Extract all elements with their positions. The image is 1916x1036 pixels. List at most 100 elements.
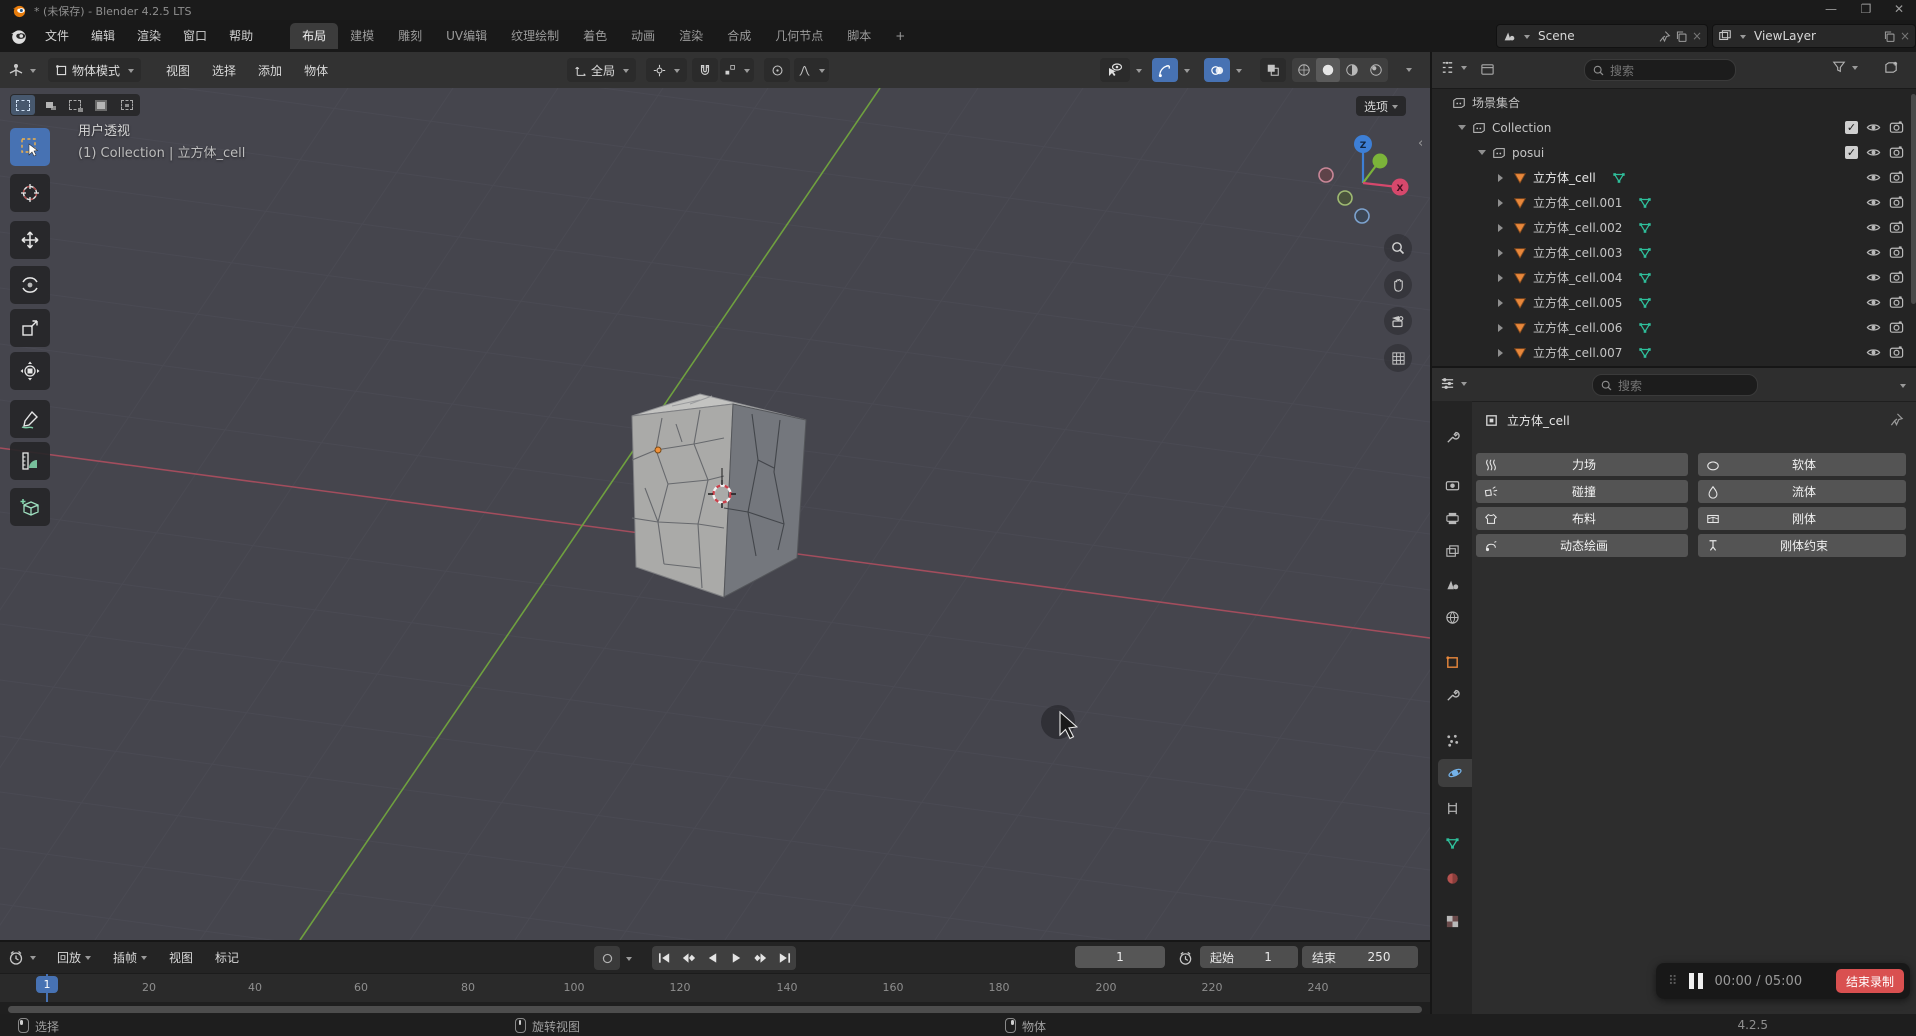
select-mode-subtract-button[interactable]	[63, 95, 87, 115]
tab-uv-editing[interactable]: UV编辑	[434, 23, 499, 49]
expander-right-icon[interactable]	[1498, 274, 1507, 282]
frame-start-field[interactable]: 起始1	[1200, 946, 1298, 968]
pan-view-button[interactable]	[1384, 271, 1412, 299]
disable-render-icon[interactable]	[1889, 220, 1904, 235]
row-cube-cell-002[interactable]: 立方体_cell.002	[1432, 215, 1916, 240]
tab-physics[interactable]	[1438, 759, 1472, 787]
dynamic-paint-button[interactable]: 动态绘画	[1476, 534, 1688, 557]
tool-add-cube[interactable]	[10, 488, 50, 526]
minimize-button[interactable]: —	[1816, 0, 1846, 20]
tab-scene[interactable]	[1436, 570, 1468, 598]
pin-scene-icon[interactable]	[1658, 30, 1671, 43]
menu-marker[interactable]: 标记	[204, 949, 250, 966]
hide-eye-icon[interactable]	[1866, 220, 1881, 235]
menu-add[interactable]: 添加	[247, 62, 293, 79]
menu-keying[interactable]: 插帧	[102, 949, 158, 966]
view-layer-name[interactable]: ViewLayer	[1750, 29, 1879, 43]
play-reverse-button[interactable]	[700, 946, 724, 970]
tool-rotate[interactable]	[10, 266, 50, 304]
auto-keying-dropdown[interactable]	[594, 946, 632, 970]
menu-playback[interactable]: 回放	[46, 949, 102, 966]
hide-eye-icon[interactable]	[1866, 120, 1881, 135]
tab-modifiers[interactable]	[1436, 681, 1468, 709]
remove-scene-icon[interactable]: ×	[1692, 29, 1702, 43]
new-collection-icon[interactable]	[1884, 60, 1899, 75]
outliner-filter-dropdown[interactable]	[1832, 60, 1858, 74]
maximize-button[interactable]: ❐	[1851, 0, 1881, 20]
timeline-editor-selector[interactable]	[8, 950, 36, 966]
scene-name[interactable]: Scene	[1534, 29, 1654, 43]
properties-editor-selector[interactable]	[1440, 376, 1467, 391]
disable-render-icon[interactable]	[1889, 320, 1904, 335]
disable-render-icon[interactable]	[1889, 295, 1904, 310]
select-mode-intersect-button[interactable]	[115, 95, 139, 115]
tab-layout[interactable]: 布局	[290, 23, 338, 49]
toggle-perspective-button[interactable]	[1384, 344, 1412, 372]
disable-render-icon[interactable]	[1889, 245, 1904, 260]
expander-right-icon[interactable]	[1498, 349, 1507, 357]
proportional-editing-toggle[interactable]	[764, 58, 790, 82]
blender-menu-icon[interactable]	[10, 27, 28, 45]
disable-render-icon[interactable]	[1889, 145, 1904, 160]
jump-to-end-button[interactable]	[772, 946, 796, 970]
navigation-gizmo[interactable]: Z X	[1310, 128, 1420, 238]
tab-tool[interactable]	[1436, 423, 1468, 451]
tool-transform[interactable]	[10, 352, 50, 390]
proportional-falloff-dropdown[interactable]	[794, 58, 829, 82]
editor-caret-icon[interactable]	[30, 69, 36, 76]
tab-output[interactable]	[1436, 504, 1468, 532]
menu-render[interactable]: 渲染	[126, 24, 172, 48]
select-mode-invert-button[interactable]	[89, 95, 113, 115]
tab-geometry-nodes[interactable]: 几何节点	[763, 23, 835, 49]
editor-type-selector[interactable]	[8, 62, 36, 78]
properties-options-caret[interactable]	[1900, 384, 1906, 391]
row-cube-cell-006[interactable]: 立方体_cell.006	[1432, 315, 1916, 340]
select-mode-extend-button[interactable]	[37, 95, 61, 115]
expander-right-icon[interactable]	[1498, 224, 1507, 232]
menu-object[interactable]: 物体	[293, 62, 339, 79]
menu-view[interactable]: 视图	[158, 949, 204, 966]
play-button[interactable]	[724, 946, 748, 970]
pause-recording-button[interactable]	[1689, 973, 1703, 989]
tab-particles[interactable]	[1436, 726, 1468, 754]
tool-measure[interactable]	[10, 442, 50, 480]
frame-end-field[interactable]: 结束250	[1302, 946, 1418, 968]
menu-view[interactable]: 视图	[155, 62, 201, 79]
tab-constraints[interactable]	[1436, 794, 1468, 822]
exclude-checkbox[interactable]: ✓	[1845, 146, 1858, 159]
fluid-button[interactable]: 流体	[1698, 480, 1906, 503]
mode-dropdown[interactable]: 物体模式	[48, 58, 141, 82]
expander-right-icon[interactable]	[1498, 174, 1507, 182]
tab-sculpting[interactable]: 雕刻	[386, 23, 434, 49]
menu-file[interactable]: 文件	[34, 24, 80, 48]
snap-settings-dropdown[interactable]	[720, 58, 754, 82]
drag-handle-icon[interactable]: ⠿	[1668, 974, 1679, 989]
shading-material-button[interactable]	[1340, 58, 1364, 82]
disable-render-icon[interactable]	[1889, 170, 1904, 185]
hide-eye-icon[interactable]	[1866, 195, 1881, 210]
outliner-editor-selector[interactable]	[1440, 60, 1467, 75]
menu-select[interactable]: 选择	[201, 62, 247, 79]
row-collection[interactable]: Collection ✓	[1432, 115, 1916, 140]
snap-toggle[interactable]	[692, 58, 718, 82]
tab-scripting[interactable]: 脚本	[835, 23, 883, 49]
properties-search-input[interactable]: 搜索	[1592, 374, 1758, 396]
overlays-dropdown[interactable]	[1204, 58, 1242, 82]
tab-modeling[interactable]: 建模	[338, 23, 386, 49]
xray-toggle[interactable]	[1260, 58, 1286, 82]
outliner-search-input[interactable]: 搜索	[1584, 59, 1736, 81]
hide-eye-icon[interactable]	[1866, 270, 1881, 285]
tool-cursor[interactable]	[10, 174, 50, 212]
expander-right-icon[interactable]	[1498, 199, 1507, 207]
expander-down-icon[interactable]	[1458, 125, 1466, 134]
viewport-3d[interactable]: 用户透视 (1) Collection | 立方体_cell 选项 ‹ Z X	[0, 88, 1430, 940]
transform-orientation-dropdown[interactable]: 全局	[567, 58, 636, 82]
zoom-view-button[interactable]	[1384, 234, 1412, 262]
remove-view-layer-icon[interactable]: ×	[1900, 29, 1910, 43]
tab-render[interactable]	[1436, 471, 1468, 499]
tab-compositing[interactable]: 合成	[715, 23, 763, 49]
timeline-scrollbar[interactable]	[8, 1006, 1422, 1013]
jump-to-start-button[interactable]	[652, 946, 676, 970]
tool-scale[interactable]	[10, 309, 50, 347]
expander-down-icon[interactable]	[1478, 150, 1486, 159]
